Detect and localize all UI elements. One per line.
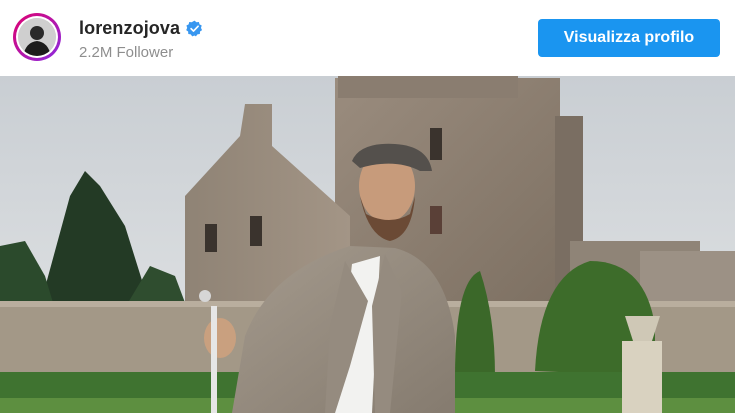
username[interactable]: lorenzojova [79, 18, 180, 39]
verified-badge-icon [186, 20, 203, 37]
avatar[interactable] [13, 13, 61, 61]
post-header: lorenzojova 2.2M Follower Visualizza pro… [0, 0, 735, 76]
follower-count: 2.2M Follower [79, 44, 174, 61]
avatar-image [18, 18, 56, 56]
post-photo[interactable] [0, 76, 735, 413]
view-profile-button[interactable]: Visualizza profilo [538, 19, 720, 57]
post-image [0, 76, 735, 413]
